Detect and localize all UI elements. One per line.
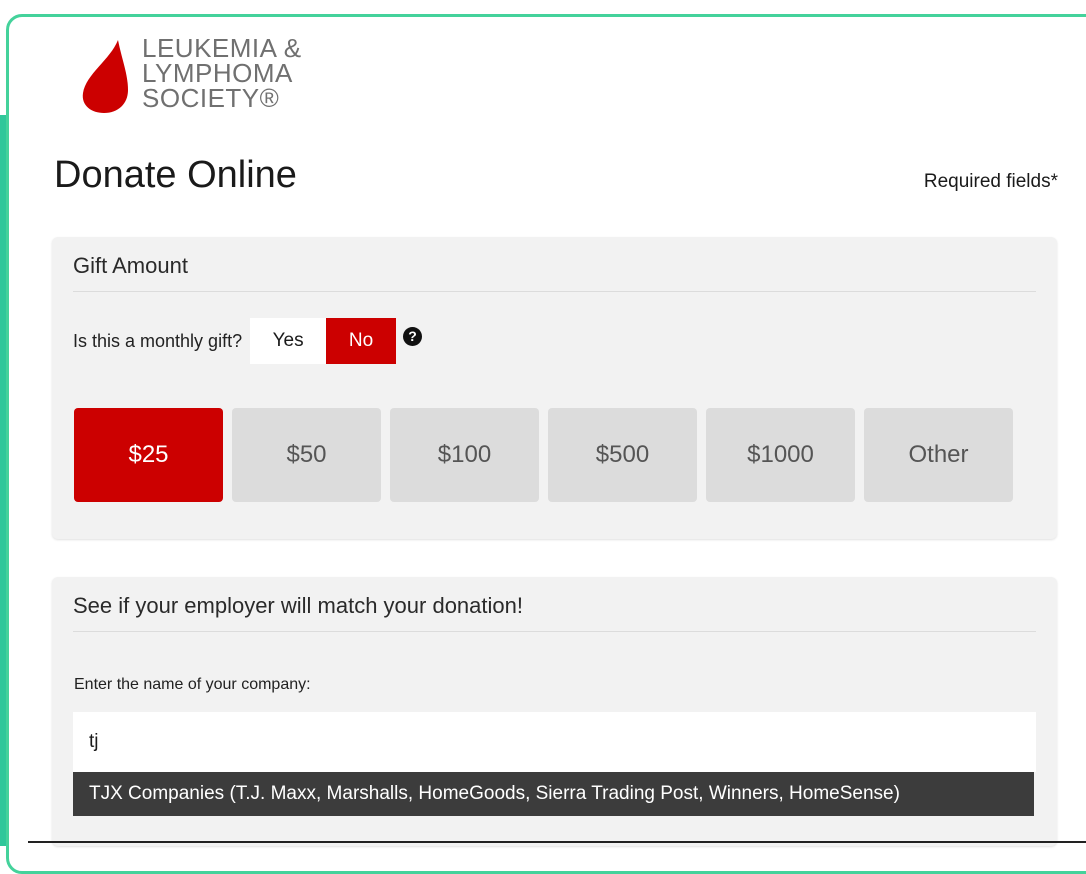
lls-logo: LEUKEMIA & LYMPHOMA SOCIETY® [80, 35, 340, 118]
employer-match-heading: See if your employer will match your don… [73, 593, 1036, 632]
bottom-divider [28, 841, 1086, 843]
question-circle-icon[interactable]: ? [403, 326, 423, 346]
company-name-input[interactable] [73, 712, 1036, 772]
logo-wordmark: LEUKEMIA & LYMPHOMA SOCIETY® [142, 35, 302, 113]
required-fields-note: Required fields* [923, 171, 1058, 192]
company-name-label: Enter the name of your company: [74, 676, 311, 693]
donation-form-page: LEUKEMIA & LYMPHOMA SOCIETY® Donate Onli… [0, 0, 1086, 846]
monthly-no-button[interactable]: No [326, 318, 397, 364]
logo-line-3: SOCIETY® [142, 83, 280, 113]
amount-other-button[interactable]: Other [864, 408, 1013, 502]
amount-25-button[interactable]: $25 [74, 408, 223, 502]
monthly-gift-row: Is this a monthly gift? Yes No ? [73, 318, 423, 364]
amount-50-button[interactable]: $50 [232, 408, 381, 502]
blood-drop-icon [82, 40, 128, 113]
gift-amount-panel: Gift Amount Is this a monthly gift? Yes … [52, 237, 1057, 539]
amount-options: $25 $50 $100 $500 $1000 Other [74, 408, 1013, 502]
company-suggestion-item[interactable]: TJX Companies (T.J. Maxx, Marshalls, Hom… [73, 772, 1034, 816]
monthly-yes-button[interactable]: Yes [250, 318, 327, 364]
amount-1000-button[interactable]: $1000 [706, 408, 855, 502]
monthly-gift-label: Is this a monthly gift? [73, 330, 243, 351]
gift-amount-heading: Gift Amount [73, 253, 1036, 292]
employer-match-panel: See if your employer will match your don… [52, 577, 1057, 846]
amount-100-button[interactable]: $100 [390, 408, 539, 502]
amount-500-button[interactable]: $500 [548, 408, 697, 502]
page-title: Donate Online [54, 154, 297, 196]
